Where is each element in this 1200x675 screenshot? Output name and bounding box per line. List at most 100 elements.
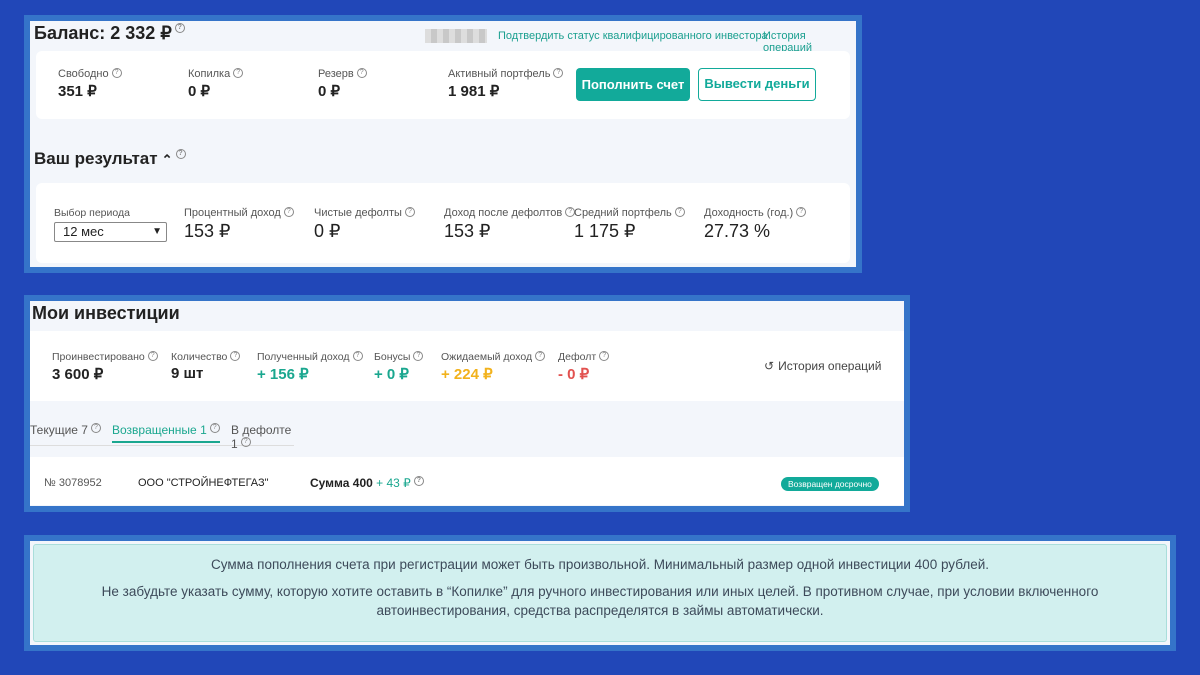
inv-expected: Ожидаемый доход? + 224 ₽ [441, 351, 546, 383]
result-after-defaults: Доход после дефолтов? 153 ₽ [444, 207, 576, 242]
free-label: Свободно [58, 68, 109, 80]
yield-label: Доходность (год.) [704, 207, 794, 219]
expected-label: Ожидаемый доход [441, 351, 533, 363]
investments-panel: Мои инвестиции Проинвестировано? 3 600 ₽… [24, 295, 910, 512]
count-label: Количество [171, 351, 228, 363]
invested-label: Проинвестировано [52, 351, 145, 363]
balance-free: Свободно? 351 ₽ [58, 68, 122, 100]
after-defaults-label: Доход после дефолтов [444, 207, 563, 219]
avg-portfolio-value: 1 175 ₽ [574, 221, 636, 241]
help-icon[interactable]: ? [174, 23, 185, 33]
withdraw-button[interactable]: Вывести деньги [698, 68, 816, 101]
defaults-value: 0 ₽ [314, 221, 341, 241]
help-icon[interactable]: ? [175, 149, 186, 159]
defaults-label: Чистые дефолты [314, 207, 402, 219]
help-icon[interactable]: ? [599, 351, 610, 361]
inv-count: Количество? 9 шт [171, 351, 241, 382]
period-select[interactable]: 12 мес ▼ [54, 222, 167, 242]
deposit-button[interactable]: Пополнить счет [576, 68, 690, 101]
inv-default: Дефолт? - 0 ₽ [558, 351, 610, 383]
piggy-value: 0 ₽ [188, 83, 211, 100]
interest-value: 153 ₽ [184, 221, 231, 241]
help-icon[interactable]: ? [796, 207, 807, 217]
tabs: Текущие 7? Возвращенные 1? В дефолте 1? [30, 419, 294, 451]
inv-invested: Проинвестировано? 3 600 ₽ [52, 351, 158, 383]
help-icon[interactable]: ? [352, 351, 363, 361]
note-panel: Сумма пополнения счета при регистрации м… [24, 535, 1176, 651]
help-icon[interactable]: ? [553, 68, 564, 78]
balance-reserve: Резерв? 0 ₽ [318, 68, 367, 100]
investments-title: Мои инвестиции [32, 303, 180, 323]
piggy-label: Копилка [188, 68, 231, 80]
row-company: ООО "СТРОЙНЕФТЕГАЗ" [138, 477, 269, 489]
result-yield: Доходность (год.)? 27.73 % [704, 207, 807, 242]
history-link[interactable]: ↺ История операций [764, 359, 881, 373]
yield-value: 27.73 % [704, 221, 771, 241]
expected-value: + 224 ₽ [441, 366, 493, 383]
status-badge: Возвращен досрочно [781, 477, 879, 491]
help-icon[interactable]: ? [404, 207, 415, 217]
tab-default[interactable]: В дефолте 1? [231, 423, 294, 451]
history-icon: ↺ [764, 359, 775, 373]
default-value: - 0 ₽ [558, 366, 590, 383]
bonuses-value: + 0 ₽ [374, 366, 409, 383]
avg-portfolio-label: Средний портфель [574, 207, 672, 219]
help-icon[interactable]: ? [535, 351, 546, 361]
help-icon[interactable]: ? [209, 423, 220, 433]
history-link-label: История операций [778, 359, 882, 373]
row-sum: Сумма 400 + 43 ₽? [310, 476, 424, 490]
chevron-up-icon[interactable]: ⌃ [162, 152, 173, 167]
reserve-label: Резерв [318, 68, 354, 80]
balance-piggy: Копилка? 0 ₽ [188, 68, 244, 100]
portfolio-label: Активный портфель [448, 68, 551, 80]
help-icon[interactable]: ? [413, 476, 424, 486]
interest-label: Процентный доход [184, 207, 281, 219]
free-value: 351 ₽ [58, 83, 97, 100]
investments-summary: Проинвестировано? 3 600 ₽ Количество? 9 … [30, 331, 904, 401]
inv-bonuses: Бонусы? + 0 ₽ [374, 351, 424, 383]
received-value: + 156 ₽ [257, 366, 309, 383]
table-row[interactable]: № 3078952 ООО "СТРОЙНЕФТЕГАЗ" Сумма 400 … [30, 457, 904, 505]
help-icon[interactable]: ? [674, 207, 685, 217]
balance-panel: Баланс: 2 332 ₽? Подтвердить статус квал… [24, 15, 862, 273]
chevron-down-icon: ▼ [152, 226, 162, 237]
reserve-value: 0 ₽ [318, 83, 341, 100]
received-label: Полученный доход [257, 351, 350, 363]
help-icon[interactable]: ? [283, 207, 294, 217]
help-icon[interactable]: ? [147, 351, 158, 361]
help-icon[interactable]: ? [233, 68, 244, 78]
note-line-1: Сумма пополнения счета при регистрации м… [210, 557, 990, 572]
bonuses-label: Бонусы [374, 351, 411, 363]
period-label: Выбор периода [54, 207, 130, 219]
period-select-value: 12 мес [63, 224, 104, 239]
inv-received: Полученный доход? + 156 ₽ [257, 351, 363, 383]
balance-portfolio: Активный портфель? 1 981 ₽ [448, 68, 564, 100]
row-number: № 3078952 [44, 477, 102, 489]
note-box: Сумма пополнения счета при регистрации м… [33, 544, 1167, 642]
after-defaults-value: 153 ₽ [444, 221, 491, 241]
blurred-placeholder [425, 29, 487, 43]
help-icon[interactable]: ? [413, 351, 424, 361]
row-sum-extra: + 43 ₽ [376, 476, 411, 490]
tab-returned[interactable]: Возвращенные 1? [112, 423, 220, 443]
result-avg-portfolio: Средний портфель? 1 175 ₽ [574, 207, 685, 242]
tab-current[interactable]: Текущие 7? [30, 423, 101, 437]
result-card: Выбор периода 12 мес ▼ Процентный доход?… [36, 183, 850, 263]
result-defaults: Чистые дефолты? 0 ₽ [314, 207, 415, 242]
period-selector: Выбор периода 12 мес ▼ [54, 207, 167, 242]
help-icon[interactable]: ? [356, 68, 367, 78]
help-icon[interactable]: ? [111, 68, 122, 78]
portfolio-value: 1 981 ₽ [448, 83, 500, 100]
help-icon[interactable]: ? [230, 351, 241, 361]
result-title[interactable]: Ваш результат ⌃? [34, 149, 186, 169]
note-line-2: Не забудьте указать сумму, которую хотит… [101, 584, 1099, 618]
help-icon[interactable]: ? [240, 437, 251, 447]
row-sum-label: Сумма 400 [310, 476, 373, 490]
balance-title: Баланс: 2 332 ₽? [34, 23, 185, 44]
default-label: Дефолт [558, 351, 597, 363]
balance-card: Свободно? 351 ₽ Копилка? 0 ₽ Резерв? 0 ₽… [36, 51, 850, 119]
count-value: 9 шт [171, 365, 204, 382]
invested-value: 3 600 ₽ [52, 366, 104, 383]
qualified-investor-link[interactable]: Подтвердить статус квалифицированного ин… [498, 30, 768, 42]
help-icon[interactable]: ? [90, 423, 101, 433]
